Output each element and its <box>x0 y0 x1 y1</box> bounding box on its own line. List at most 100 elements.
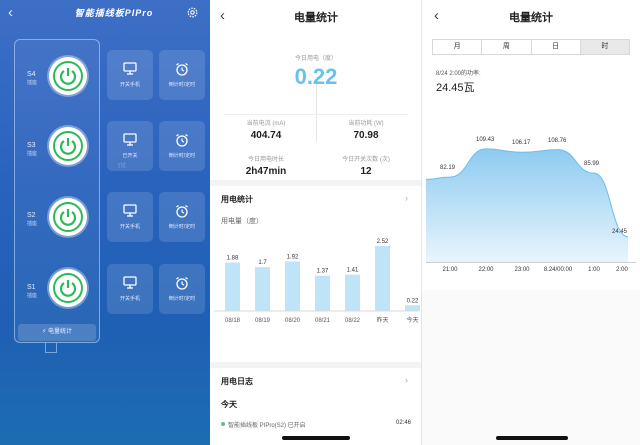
log-time: 02:46 <box>396 420 412 426</box>
alarm-clock-icon <box>176 205 188 218</box>
power-icon <box>53 61 83 91</box>
bar-昨天[interactable] <box>375 246 390 311</box>
energy-stats-button[interactable]: ⚡ 电量统计 <box>18 324 96 341</box>
gear-icon[interactable] <box>186 6 199 19</box>
usb-switch-tile[interactable]: 开关手机 <box>107 50 153 100</box>
stat-label: 当前电流 (mA) <box>246 121 286 127</box>
x-tick-label: 21:00 <box>442 267 458 273</box>
timer-tile[interactable]: 倒计时/定时 <box>159 264 205 314</box>
stat-value: 12 <box>360 166 372 177</box>
tile-label: 倒计时/定时 <box>168 224 196 230</box>
x-tick-label: 23:00 <box>514 267 530 273</box>
back-icon[interactable]: ‹ <box>220 7 225 24</box>
socket-label-s1: S1 插座 <box>27 284 38 299</box>
chevron-right-icon[interactable]: › <box>405 193 408 203</box>
bar-data-label: 1.92 <box>287 254 299 260</box>
socket-power-button-s4[interactable] <box>49 57 87 95</box>
stat-current: 当前电流 (mA) 404.74 <box>216 118 316 141</box>
monitor-icon <box>123 62 137 75</box>
point-label: 106.17 <box>512 140 531 147</box>
socket-power-button-s1[interactable] <box>49 269 87 307</box>
usb-switch-tile[interactable]: 开关手机 <box>107 192 153 242</box>
bar-08/21[interactable] <box>315 275 330 311</box>
tab-week[interactable]: 周 <box>482 40 532 54</box>
tab-day[interactable]: 日 <box>532 40 581 54</box>
power-icon <box>53 131 83 161</box>
chart-ylabel: 用电量（度） <box>221 218 263 225</box>
x-tick-label: 22:00 <box>478 267 494 273</box>
usb-switch-tile[interactable]: 已开关 <box>107 121 153 171</box>
stat-label: 今日用电时长 <box>247 157 284 163</box>
point-label: 82.19 <box>440 165 456 172</box>
status-dot <box>221 422 225 426</box>
monitor-icon <box>123 133 137 146</box>
period-tabs: 月 周 日 时 <box>432 39 630 55</box>
device-title: 智能插线板PIPro <box>74 8 154 18</box>
energy-stats-label: 电量统计 <box>47 329 72 335</box>
divider <box>316 84 317 142</box>
x-tick-label: 08/20 <box>285 318 301 324</box>
bar-08/19[interactable] <box>255 267 270 311</box>
x-tick-label: 今天 <box>406 316 418 324</box>
power-strip-screen: ‹ 智能插线板PIPro S4 插座 S3 插座 S2 插座 S1 插座 开关手机 已开… <box>0 0 210 445</box>
tile-label: 倒计时/定时 <box>168 296 196 302</box>
stat-label: 今日开关次数 (次) <box>342 157 390 163</box>
bar-08/18[interactable] <box>225 262 240 311</box>
bar-08/20[interactable] <box>285 261 300 311</box>
today-usage-label: 今日用电（度） <box>294 56 337 62</box>
nav-bar: ‹ 电量统计 <box>422 0 640 32</box>
point-label: 108.76 <box>548 137 567 144</box>
point-label: 109.43 <box>476 136 495 143</box>
hourly-power-screen: ‹ 电量统计 月 周 日 时 8/24 2:00的功率: 24.45瓦 21:0… <box>422 0 640 445</box>
log-today-heading: 今天 <box>221 400 237 409</box>
bar-08/22[interactable] <box>345 274 360 311</box>
socket-power-button-s2[interactable] <box>49 198 87 236</box>
back-icon[interactable]: ‹ <box>434 7 439 24</box>
power-area-chart[interactable] <box>422 120 640 262</box>
x-axis <box>426 262 636 263</box>
tab-hour[interactable]: 时 <box>580 40 629 54</box>
tile-label: 倒计时/定时 <box>168 153 196 159</box>
x-tick-label: 2:00 <box>616 267 628 273</box>
x-tick-label: 昨天 <box>376 316 388 324</box>
back-icon[interactable]: ‹ <box>8 4 22 21</box>
stat-power: 当前功耗 (W) 70.98 <box>316 118 416 141</box>
stat-duration: 今日用电时长 2h47min <box>216 154 316 177</box>
tile-label: 开关手机 <box>119 224 140 230</box>
tab-month[interactable]: 月 <box>433 40 483 54</box>
x-tick-label: 08/19 <box>255 318 271 324</box>
bar-data-label: 0.22 <box>407 298 419 304</box>
timer-tile[interactable]: 倒计时/定时 <box>159 192 205 242</box>
bar-今天[interactable] <box>405 305 420 311</box>
alarm-clock-icon <box>176 277 188 290</box>
tile-label: 开关手机 <box>119 82 140 88</box>
timer-tile[interactable]: 倒计时/定时 <box>159 50 205 100</box>
bar-data-label: 2.52 <box>377 239 389 245</box>
usage-bar-chart: 1.88 08/18 1.7 08/19 1.92 08/20 1.37 08/21 1.41 0… <box>214 239 420 324</box>
log-card: 用电日志 › <box>210 368 421 445</box>
power-icon <box>53 273 83 303</box>
bar-data-label: 1.41 <box>347 268 359 274</box>
monitor-icon <box>123 276 137 289</box>
lower-area <box>422 290 640 445</box>
tile-label: 倒计时/定时 <box>168 82 196 88</box>
x-tick-label: 8.24/00:00 <box>543 267 573 273</box>
plug-connector <box>45 343 57 353</box>
alarm-clock-icon <box>176 63 188 76</box>
selected-point-value: 24.45瓦 <box>436 82 475 94</box>
timer-tile[interactable]: 倒计时/定时 <box>159 121 205 171</box>
tile-label: 开关手机 <box>119 296 140 302</box>
energy-stats-screen: ‹ 电量统计 今日用电（度） 0.22 当前电流 (mA) 404.74 当前功… <box>210 0 422 445</box>
stat-value: 70.98 <box>353 130 379 141</box>
today-summary: 今日用电（度） 0.22 当前电流 (mA) 404.74 当前功耗 (W) 7… <box>210 32 421 180</box>
socket-label-s3: S3 插座 <box>27 142 38 157</box>
usb-switch-tile[interactable]: 开关手机 <box>107 264 153 314</box>
x-tick-label: 08/18 <box>225 318 241 324</box>
stat-value: 2h47min <box>245 166 287 177</box>
point-label: 85.99 <box>584 161 600 168</box>
usage-section-title: 用电统计 <box>221 195 253 204</box>
log-entry[interactable]: 智能插线板 PIPro(S2) 已开启 <box>228 420 306 429</box>
socket-power-button-s3[interactable] <box>49 127 87 165</box>
tile-label: 已开关 <box>122 153 138 159</box>
chevron-right-icon[interactable]: › <box>405 375 408 385</box>
